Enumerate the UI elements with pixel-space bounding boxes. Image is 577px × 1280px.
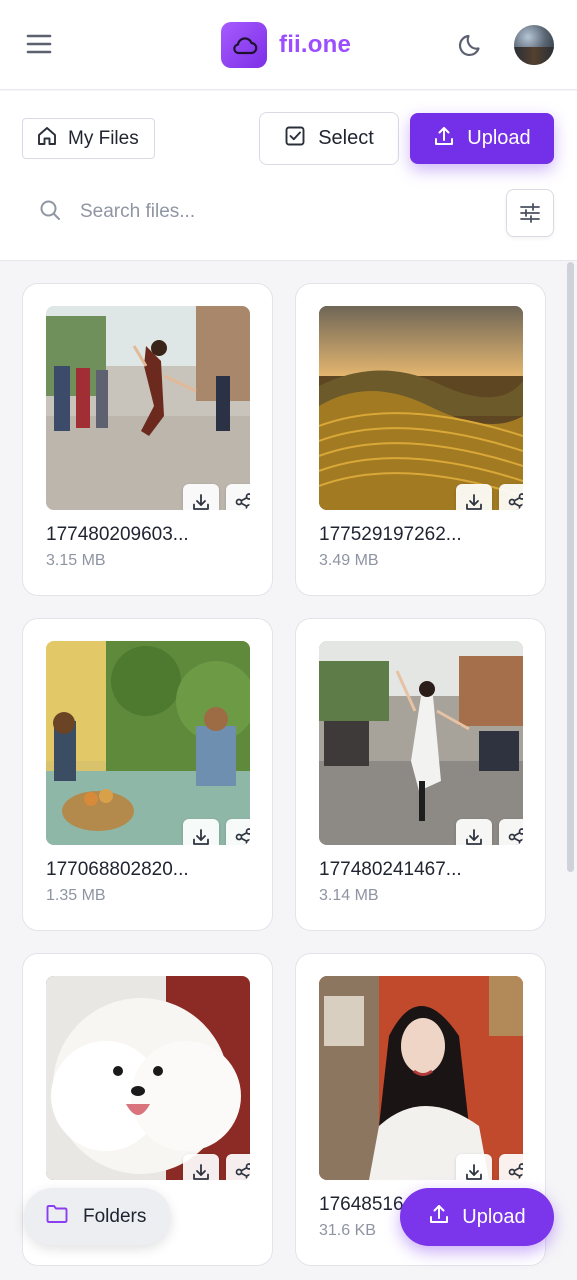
app-name: fii.one <box>279 31 352 58</box>
file-size: 1.35 MB <box>46 887 106 904</box>
folders-label: Folders <box>83 1205 147 1227</box>
top-header: fii.one <box>0 0 577 90</box>
search-input[interactable] <box>80 201 310 223</box>
upload-icon <box>428 1203 450 1231</box>
cloud-icon <box>221 22 267 68</box>
file-thumbnail[interactable] <box>319 976 523 1180</box>
file-card[interactable]: 177068802820... 1.35 MB <box>22 618 273 931</box>
breadcrumb-label: My Files <box>68 127 139 149</box>
select-label: Select <box>318 127 374 149</box>
upload-button[interactable]: Upload <box>410 113 554 164</box>
search-icon <box>38 198 62 227</box>
folder-icon <box>45 1203 69 1231</box>
moon-icon[interactable] <box>455 28 489 62</box>
file-name: 177480209603... <box>46 524 189 545</box>
breadcrumb-my-files[interactable]: My Files <box>22 118 155 159</box>
file-card[interactable]: 177529197262... 3.49 MB <box>295 283 546 596</box>
file-thumbnail[interactable] <box>46 306 250 510</box>
download-icon[interactable] <box>183 1154 219 1180</box>
share-icon[interactable] <box>499 1154 523 1180</box>
search-bar <box>38 192 310 232</box>
user-avatar[interactable] <box>514 25 554 65</box>
share-icon[interactable] <box>226 484 250 510</box>
download-icon[interactable] <box>183 484 219 510</box>
file-thumbnail[interactable] <box>319 306 523 510</box>
file-thumbnail[interactable] <box>46 976 250 1180</box>
file-thumbnail[interactable] <box>319 641 523 845</box>
file-thumbnail[interactable] <box>46 641 250 845</box>
download-icon[interactable] <box>456 1154 492 1180</box>
share-icon[interactable] <box>499 484 523 510</box>
upload-label: Upload <box>467 127 531 149</box>
file-grid: 177480209603... 3.15 MB 177529197262... … <box>0 262 577 1280</box>
file-size: 31.6 KB <box>319 1222 376 1239</box>
app-logo[interactable]: fii.one <box>221 22 351 68</box>
download-icon[interactable] <box>456 484 492 510</box>
file-name: 177480241467... <box>319 859 462 880</box>
file-size: 3.14 MB <box>319 887 379 904</box>
download-icon[interactable] <box>456 819 492 845</box>
files-toolbar: My Files Select Upload <box>0 91 577 261</box>
floating-upload-button[interactable]: Upload <box>400 1188 554 1246</box>
file-size: 3.49 MB <box>319 552 379 569</box>
select-button[interactable]: Select <box>259 112 399 165</box>
file-card[interactable]: 177480241467... 3.14 MB <box>295 618 546 931</box>
folders-button[interactable]: Folders <box>24 1188 171 1245</box>
checkbox-icon <box>284 125 306 153</box>
file-name: 177529197262... <box>319 524 462 545</box>
file-name: 177068802820... <box>46 859 189 880</box>
upload-icon <box>433 125 455 153</box>
scrollbar-thumb[interactable] <box>567 262 574 872</box>
floating-upload-label: Upload <box>462 1205 526 1228</box>
home-icon <box>36 125 58 153</box>
filter-sliders-icon[interactable] <box>506 189 554 237</box>
file-size: 3.15 MB <box>46 552 106 569</box>
file-name: 17648516 <box>319 1194 404 1215</box>
download-icon[interactable] <box>183 819 219 845</box>
hamburger-menu-icon[interactable] <box>22 26 56 62</box>
share-icon[interactable] <box>499 819 523 845</box>
app-root: fii.one My Files Select Upload Search fi… <box>0 0 577 1280</box>
share-icon[interactable] <box>226 1154 250 1180</box>
file-card[interactable]: 177480209603... 3.15 MB <box>22 283 273 596</box>
share-icon[interactable] <box>226 819 250 845</box>
